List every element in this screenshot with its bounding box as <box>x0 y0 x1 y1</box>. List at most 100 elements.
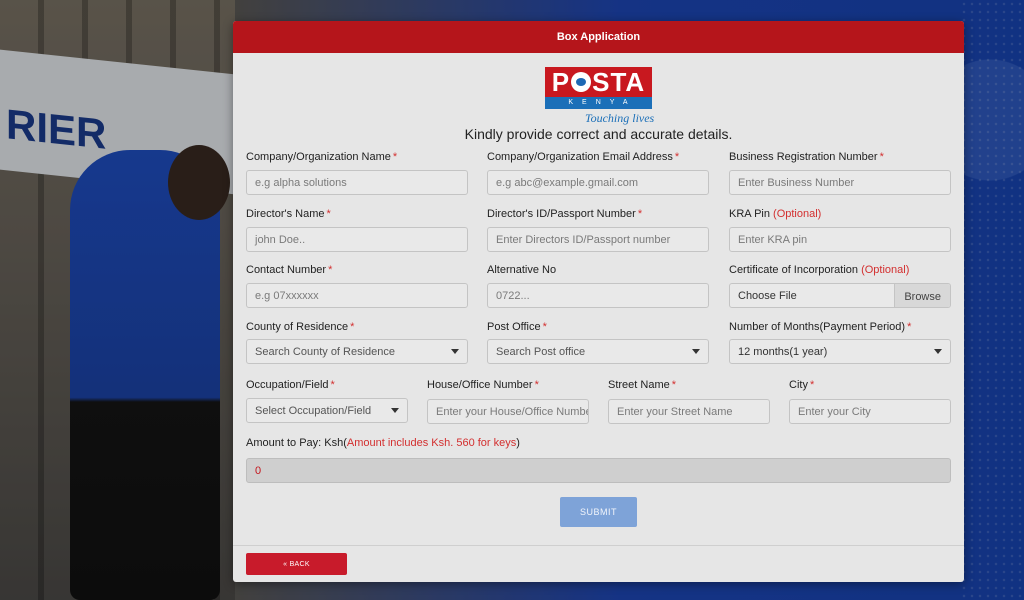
company-name-label-text: Company/Organization Name <box>246 151 391 163</box>
required-marker: * <box>330 379 335 391</box>
director-name-label: Director's Name * <box>246 208 331 220</box>
director-id-input[interactable]: Enter Directors ID/Passport number <box>487 227 709 252</box>
required-marker: * <box>542 321 547 333</box>
required-marker: * <box>534 379 539 391</box>
county-select[interactable]: Search County of Residence <box>246 339 468 364</box>
business-reg-placeholder: Enter Business Number <box>738 176 855 189</box>
amount-field: 0 <box>246 458 951 483</box>
chevron-down-icon <box>692 349 700 354</box>
contact-number-label: Contact Number * <box>246 264 332 276</box>
chevron-down-icon <box>934 349 942 354</box>
city-label-text: City <box>789 379 808 391</box>
county-select-value: Search County of Residence <box>255 345 396 358</box>
footer-divider <box>233 545 964 546</box>
required-marker: * <box>907 321 912 333</box>
post-office-label: Post Office * <box>487 321 547 333</box>
kra-pin-label: KRA Pin (Optional) <box>729 208 821 220</box>
director-name-placeholder: john Doe.. <box>255 233 306 246</box>
choose-file-text: Choose File <box>738 289 797 302</box>
modal-header: Box Application <box>233 21 964 53</box>
county-label-text: County of Residence <box>246 321 349 333</box>
required-marker: * <box>350 321 355 333</box>
optional-marker: (Optional) <box>861 264 910 276</box>
occupation-label: Occupation/Field * <box>246 379 335 391</box>
contact-number-input[interactable]: e.g 07xxxxxx <box>246 283 468 308</box>
optional-marker: (Optional) <box>773 208 822 220</box>
amount-note: Amount includes Ksh. 560 for keys <box>346 437 517 449</box>
logo-globe-icon <box>571 72 592 92</box>
street-placeholder: Enter your Street Name <box>617 405 733 418</box>
browse-button[interactable]: Browse <box>894 284 950 307</box>
director-name-input[interactable]: john Doe.. <box>246 227 468 252</box>
house-number-label: House/Office Number * <box>427 379 539 391</box>
company-email-input[interactable]: e.g abc@example.gmail.com <box>487 170 709 195</box>
back-button[interactable]: « BACK <box>246 553 347 575</box>
contact-number-label-text: Contact Number <box>246 264 327 276</box>
logo-tagline: Touching lives <box>585 111 655 125</box>
business-reg-label-text: Business Registration Number <box>729 151 878 163</box>
occupation-select[interactable]: Select Occupation/Field <box>246 398 408 423</box>
street-input[interactable]: Enter your Street Name <box>608 399 770 424</box>
company-name-placeholder: e.g alpha solutions <box>255 176 347 189</box>
submit-button[interactable]: SUBMIT <box>560 497 637 527</box>
occupation-label-text: Occupation/Field <box>246 379 329 391</box>
company-email-label: Company/Organization Email Address * <box>487 151 679 163</box>
house-number-placeholder: Enter your House/Office Number <box>436 405 589 418</box>
certificate-label: Certificate of Incorporation (Optional) <box>729 264 909 276</box>
street-label: Street Name * <box>608 379 676 391</box>
business-reg-input[interactable]: Enter Business Number <box>729 170 951 195</box>
logo-area: P STA KENYA Touching lives Kindly provide… <box>233 67 964 147</box>
amount-label: Amount to Pay: Ksh(Amount includes Ksh. … <box>246 437 520 449</box>
alt-number-placeholder: 0722... <box>496 289 530 302</box>
intro-text: Kindly provide correct and accurate deta… <box>464 126 733 142</box>
months-label: Number of Months(Payment Period) * <box>729 321 911 333</box>
amount-label-text: Amount to Pay: Ksh( <box>246 437 347 449</box>
alt-number-label-text: Alternative No <box>487 264 557 276</box>
alt-number-label: Alternative No <box>487 264 556 276</box>
logo-sub: KENYA <box>545 97 652 109</box>
months-select[interactable]: 12 months(1 year) <box>729 339 951 364</box>
logo-word: P STA <box>545 67 652 97</box>
required-marker: * <box>671 379 677 391</box>
months-label-text: Number of Months(Payment Period) <box>729 321 906 333</box>
kra-pin-input[interactable]: Enter KRA pin <box>729 227 951 252</box>
post-office-select[interactable]: Search Post office <box>487 339 709 364</box>
chevron-down-icon <box>391 408 399 413</box>
certificate-label-text: Certificate of Incorporation <box>729 264 859 276</box>
required-marker: * <box>392 151 398 163</box>
post-office-select-value: Search Post office <box>496 345 586 358</box>
certificate-file-input[interactable]: Choose File Browse <box>729 283 951 308</box>
street-label-text: Street Name <box>608 379 670 391</box>
city-input[interactable]: Enter your City <box>789 399 951 424</box>
required-marker: * <box>879 151 884 163</box>
amount-label-end: ) <box>516 437 520 449</box>
post-office-label-text: Post Office <box>487 321 541 333</box>
company-email-label-text: Company/Organization Email Address <box>487 151 673 163</box>
months-select-value: 12 months(1 year) <box>738 345 828 358</box>
required-marker: * <box>674 151 680 163</box>
kra-pin-label-text: KRA Pin <box>729 208 770 220</box>
modal-title: Box Application <box>556 31 641 43</box>
director-id-placeholder: Enter Directors ID/Passport number <box>496 233 671 246</box>
director-id-label: Director's ID/Passport Number * <box>487 208 642 220</box>
company-email-placeholder: e.g abc@example.gmail.com <box>496 176 639 189</box>
company-name-label: Company/Organization Name * <box>246 151 397 163</box>
house-number-label-text: House/Office Number <box>427 379 533 391</box>
amount-value: 0 <box>255 464 262 477</box>
city-label: City * <box>789 379 814 391</box>
director-name-label-text: Director's Name <box>246 208 325 220</box>
required-marker: * <box>326 208 331 220</box>
occupation-select-value: Select Occupation/Field <box>255 404 372 417</box>
house-number-input[interactable]: Enter your House/Office Number <box>427 399 589 424</box>
director-id-label-text: Director's ID/Passport Number <box>487 208 636 220</box>
required-marker: * <box>637 208 643 220</box>
posta-kenya-logo: P STA KENYA <box>545 67 652 113</box>
county-label: County of Residence * <box>246 321 354 333</box>
city-placeholder: Enter your City <box>798 405 871 418</box>
box-application-modal: Box Application P STA KENYA Touching live… <box>233 21 964 582</box>
contact-number-placeholder: e.g 07xxxxxx <box>255 289 319 302</box>
required-marker: * <box>328 264 333 276</box>
chevron-down-icon <box>451 349 459 354</box>
alt-number-input[interactable]: 0722... <box>487 283 709 308</box>
company-name-input[interactable]: e.g alpha solutions <box>246 170 468 195</box>
